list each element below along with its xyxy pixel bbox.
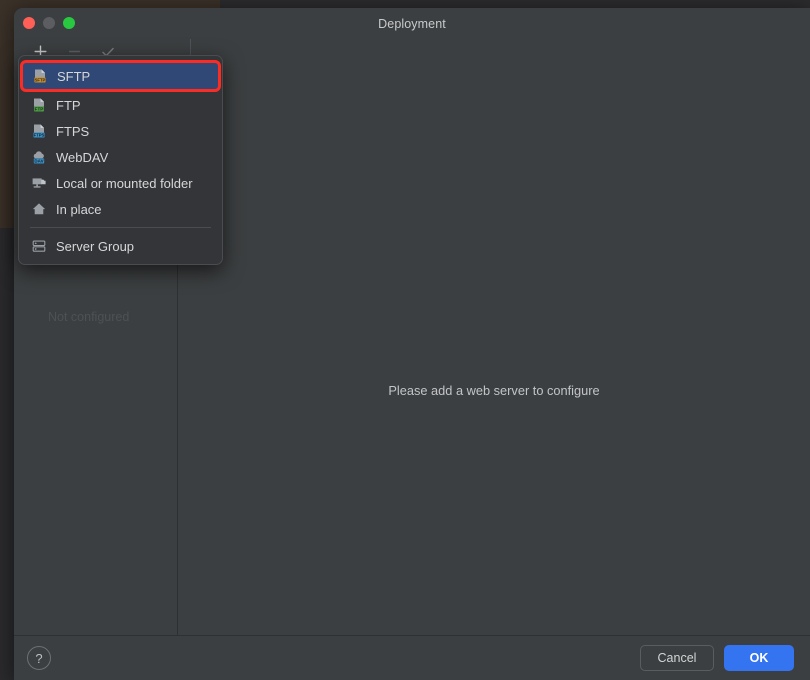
menu-item-label: FTP [56, 97, 81, 113]
title-bar: Deployment [14, 8, 810, 39]
menu-item-label: FTPS [56, 123, 90, 139]
menu-item-server-group[interactable]: Server Group [19, 233, 222, 259]
svg-text:DAV: DAV [34, 159, 43, 164]
menu-item-in-place[interactable]: In place [19, 196, 222, 222]
menu-item-webdav[interactable]: DAV WebDAV [19, 144, 222, 170]
window-title: Deployment [378, 16, 446, 31]
not-configured-label: Not configured [48, 310, 130, 324]
svg-text:FTPS: FTPS [34, 133, 45, 138]
home-icon [30, 200, 48, 218]
server-group-icon [30, 237, 48, 255]
menu-item-label: Server Group [56, 238, 135, 254]
svg-text:SFTP: SFTP [35, 78, 46, 83]
traffic-lights [23, 17, 75, 29]
ftp-file-icon: FTP [30, 96, 48, 114]
menu-item-label: In place [56, 201, 102, 217]
menu-item-sftp[interactable]: SFTP SFTP [20, 60, 221, 92]
menu-item-ftps[interactable]: FTPS FTPS [19, 118, 222, 144]
svg-text:FTP: FTP [35, 107, 44, 112]
minimize-window-button[interactable] [43, 17, 55, 29]
config-content-panel: Please add a web server to configure [178, 64, 810, 635]
ok-button[interactable]: OK [724, 645, 794, 671]
menu-separator [30, 227, 211, 228]
menu-item-ftp[interactable]: FTP FTP [19, 92, 222, 118]
zoom-window-button[interactable] [63, 17, 75, 29]
add-server-type-menu: SFTP SFTP FTP FTP FTPS FTPS DAV WebDAV L… [18, 55, 223, 265]
monitor-icon [30, 174, 48, 192]
menu-item-label: WebDAV [56, 149, 109, 165]
ftps-file-icon: FTPS [30, 122, 48, 140]
menu-item-local-folder[interactable]: Local or mounted folder [19, 170, 222, 196]
close-window-button[interactable] [23, 17, 35, 29]
menu-item-label: SFTP [57, 68, 91, 84]
dialog-footer: ? Cancel OK [14, 635, 810, 680]
help-button[interactable]: ? [27, 646, 51, 670]
menu-item-label: Local or mounted folder [56, 175, 193, 191]
sftp-file-icon: SFTP [31, 67, 49, 85]
cancel-button[interactable]: Cancel [640, 645, 714, 671]
empty-state-message: Please add a web server to configure [388, 383, 600, 398]
webdav-cloud-icon: DAV [30, 148, 48, 166]
